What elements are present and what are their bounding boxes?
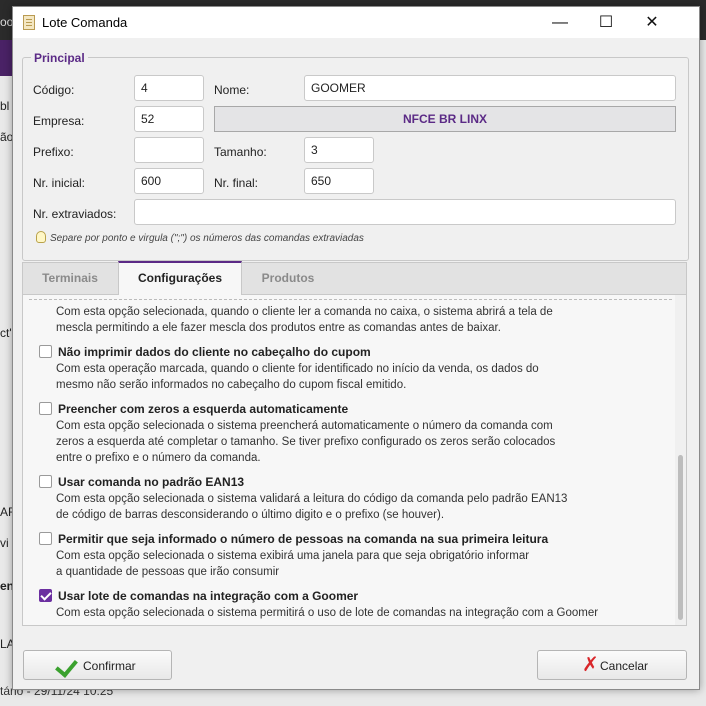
principal-group-title: Principal <box>31 51 88 65</box>
option-description: Com esta operação marcada, quando o clie… <box>56 363 539 391</box>
empresa-input[interactable]: 52 <box>134 106 204 132</box>
option-title[interactable]: Preencher com zeros a esquerda automatic… <box>58 402 348 416</box>
cancel-button[interactable]: ✗ Cancelar <box>537 650 687 680</box>
tamanho-input[interactable]: 3 <box>304 137 374 163</box>
option-title[interactable]: Usar lote de comandas na integração com … <box>58 589 358 603</box>
close-x-icon: ✗ <box>582 654 599 676</box>
confirm-button[interactable]: Confirmar <box>23 650 172 680</box>
background-fragment: ct' <box>0 326 12 340</box>
lote-comanda-dialog: Lote Comanda — ☐ ✕ Principal Código: 4 N… <box>12 6 700 690</box>
option-title[interactable]: Permitir que seja informado o número de … <box>58 532 548 546</box>
close-button[interactable]: ✕ <box>629 7 675 38</box>
scrollbar-thumb[interactable] <box>678 455 683 620</box>
maximize-button[interactable]: ☐ <box>583 7 629 38</box>
tab-widget: Terminais Configurações Produtos Com est… <box>22 261 687 626</box>
nr-final-input[interactable]: 650 <box>304 168 374 194</box>
minimize-button[interactable]: — <box>537 7 583 38</box>
document-icon <box>23 15 35 30</box>
nr-final-label: Nr. final: <box>214 176 259 190</box>
tab-terminais[interactable]: Terminais <box>22 262 118 295</box>
tamanho-label: Tamanho: <box>214 145 267 159</box>
background-fragment: vi <box>0 536 9 550</box>
codigo-input[interactable]: 4 <box>134 75 204 101</box>
divider <box>29 299 672 300</box>
codigo-label: Código: <box>33 83 75 97</box>
nr-inicial-label: Nr. inicial: <box>33 176 86 190</box>
checkmark-icon <box>55 654 78 678</box>
cancel-button-label: Cancelar <box>600 659 649 673</box>
window-title: Lote Comanda <box>42 15 128 30</box>
option-description: Com esta opção selecionada o sistema exi… <box>56 550 530 578</box>
vertical-scrollbar[interactable] <box>675 295 686 625</box>
confirm-button-label: Confirmar <box>83 659 136 673</box>
tab-configuracoes[interactable]: Configurações <box>118 261 242 296</box>
nome-label: Nome: <box>214 83 250 97</box>
prefixo-label: Prefixo: <box>33 145 74 159</box>
option-title[interactable]: Usar comanda no padrão EAN13 <box>58 475 244 489</box>
empresa-name-display: NFCE BR LINX <box>214 106 676 132</box>
option-title[interactable]: Não imprimir dados do cliente no cabeçal… <box>58 345 371 359</box>
extraviados-hint: Separe por ponto e virgula (";") os núme… <box>50 233 364 244</box>
background-app-menubar <box>0 40 12 76</box>
option-description: Com esta opção selecionada, quando o cli… <box>56 306 553 334</box>
nr-extraviados-label: Nr. extraviados: <box>33 207 117 221</box>
nr-inicial-input[interactable]: 600 <box>134 168 204 194</box>
option-checkbox-checked[interactable] <box>39 589 52 602</box>
lightbulb-icon <box>36 231 46 243</box>
option-checkbox[interactable] <box>39 475 52 488</box>
background-fragment: bl <box>0 99 10 113</box>
tab-produtos[interactable]: Produtos <box>242 262 334 295</box>
empresa-label: Empresa: <box>33 114 85 128</box>
option-checkbox[interactable] <box>39 532 52 545</box>
option-description: Com esta opção selecionada o sistema per… <box>56 607 599 619</box>
option-description: Com esta opção selecionada o sistema pre… <box>56 420 556 464</box>
title-bar[interactable]: Lote Comanda — ☐ ✕ <box>13 7 699 38</box>
prefixo-input[interactable] <box>134 137 204 163</box>
nome-input[interactable]: GOOMER <box>304 75 676 101</box>
option-description: Com esta opção selecionada o sistema val… <box>56 493 568 521</box>
option-checkbox[interactable] <box>39 402 52 415</box>
option-checkbox[interactable] <box>39 345 52 358</box>
nr-extraviados-input[interactable] <box>134 199 676 225</box>
configuracoes-panel: Com esta opção selecionada, quando o cli… <box>22 295 687 626</box>
